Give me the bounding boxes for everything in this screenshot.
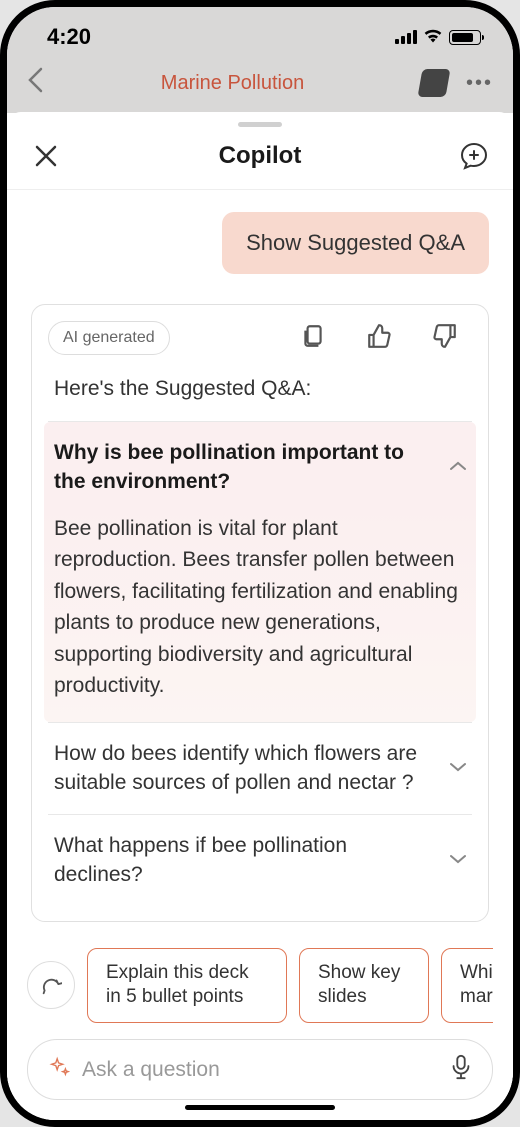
home-indicator[interactable] [185,1105,335,1110]
ai-intro-text: Here's the Suggested Q&A: [48,377,472,401]
chevron-down-icon [450,851,466,869]
user-message-bubble: Show Suggested Q&A [222,212,489,274]
conversation-body[interactable]: Show Suggested Q&A AI generated [7,190,513,934]
status-icons [395,27,481,48]
back-chevron-icon[interactable] [27,67,45,100]
thumbs-down-button[interactable] [432,323,458,354]
qa-question-toggle[interactable]: What happens if bee pollination declines… [48,815,472,906]
qa-item: What happens if bee pollination declines… [48,814,472,906]
suggestion-chip[interactable]: Explain this deck in 5 bullet points [87,948,287,1023]
close-button[interactable] [31,141,61,171]
microphone-button[interactable] [450,1054,472,1085]
chevron-down-icon [450,759,466,777]
document-title: Marine Pollution [45,72,420,95]
qa-question-toggle[interactable]: How do bees identify which flowers are s… [48,723,472,814]
wifi-icon [423,27,443,48]
copilot-sheet: Copilot Show Suggested Q&A AI generated [7,112,513,1120]
sheet-footer: Explain this deck in 5 bullet points Sho… [7,934,513,1120]
ai-generated-badge: AI generated [48,321,170,355]
ai-response-card: AI generated Here's the Suggested Q&A [31,304,489,922]
qa-item: How do bees identify which flowers are s… [48,722,472,814]
status-time: 4:20 [47,24,91,50]
chevron-up-icon [450,458,466,476]
signal-icon [395,30,417,44]
background-header: Marine Pollution ••• [7,63,513,113]
refresh-suggestions-button[interactable] [27,961,75,1009]
qa-answer-text: Bee pollination is vital for plant repro… [44,505,476,722]
suggestion-chip[interactable]: Which mari [441,948,493,1023]
ai-card-header: AI generated [48,321,472,355]
suggestion-chip[interactable]: Show key slides [299,948,429,1023]
status-bar: 4:20 [7,7,513,63]
app-badge-icon[interactable] [418,69,451,97]
new-chat-button[interactable] [459,141,489,171]
copy-button[interactable] [300,323,326,354]
sheet-header: Copilot [7,127,513,190]
qa-question-text: How do bees identify which flowers are s… [54,739,450,798]
qa-question-text: What happens if bee pollination declines… [54,831,450,890]
suggestions-row[interactable]: Explain this deck in 5 bullet points Sho… [27,948,493,1023]
chat-input-container[interactable] [27,1039,493,1100]
thumbs-up-button[interactable] [366,323,392,354]
qa-item: Why is bee pollination important to the … [48,421,472,722]
sparkle-icon [48,1056,70,1083]
qa-question-text: Why is bee pollination important to the … [54,438,450,497]
qa-question-toggle[interactable]: Why is bee pollination important to the … [44,422,476,505]
sheet-title: Copilot [61,142,459,170]
more-icon[interactable]: ••• [466,72,493,95]
chat-input-field[interactable] [82,1058,438,1082]
phone-frame: 4:20 Marine Pollution ••• Copilot [0,0,520,1127]
battery-icon [449,30,481,45]
